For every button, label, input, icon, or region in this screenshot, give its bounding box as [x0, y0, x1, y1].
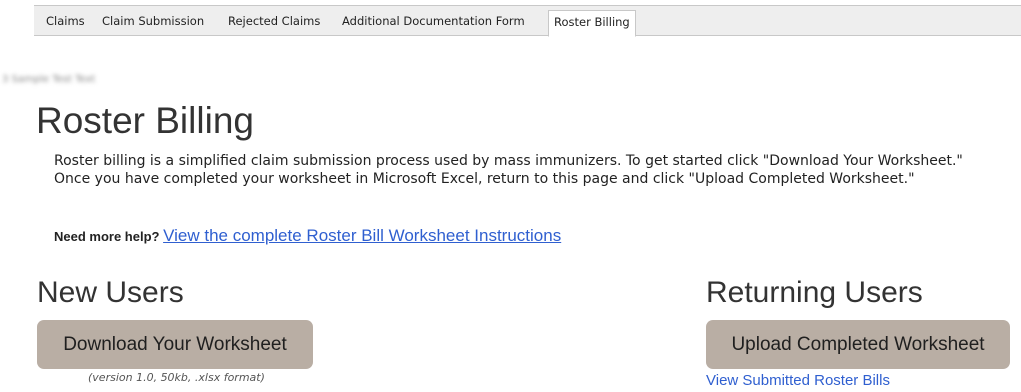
download-worksheet-button[interactable]: Download Your Worksheet: [37, 320, 313, 369]
returning-users-title: Returning Users: [706, 276, 923, 309]
view-submitted-roster-bills-link[interactable]: View Submitted Roster Bills: [706, 372, 890, 389]
upload-worksheet-button[interactable]: Upload Completed Worksheet: [706, 320, 1010, 369]
new-users-title: New Users: [37, 276, 184, 309]
tab-bar: Claims Claim Submission Rejected Claims …: [34, 5, 1021, 37]
worksheet-format-note: (version 1.0, 50kb, .xlsx format): [88, 371, 265, 384]
help-label: Need more help?: [54, 229, 160, 244]
instructions-link[interactable]: View the complete Roster Bill Worksheet …: [163, 226, 561, 245]
intro-text: Roster billing is a simplified claim sub…: [54, 153, 963, 187]
tab-claims[interactable]: Claims: [41, 10, 90, 36]
help-line: Need more help? View the complete Roster…: [54, 226, 561, 246]
page-title: Roster Billing: [36, 100, 254, 141]
blurred-user-info: 3 Sample Test Text: [2, 74, 96, 85]
tab-rejected-claims[interactable]: Rejected Claims: [223, 10, 325, 36]
tab-claim-submission[interactable]: Claim Submission: [97, 10, 209, 36]
tab-additional-documentation-form[interactable]: Additional Documentation Form: [337, 10, 530, 36]
tab-roster-billing[interactable]: Roster Billing: [548, 10, 636, 37]
